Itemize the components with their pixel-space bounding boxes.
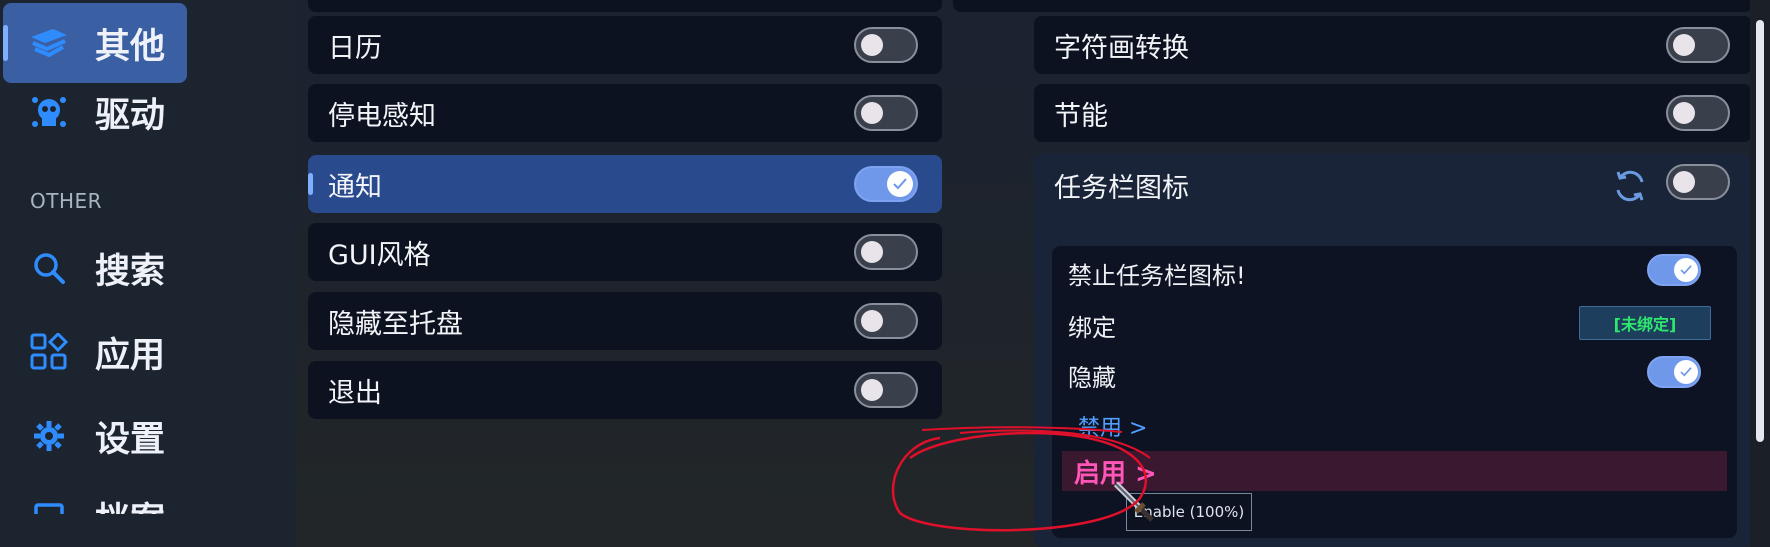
setting-card-hide-to-tray[interactable]: 隐藏至托盘 [308,292,942,350]
ascii-art-toggle[interactable] [1666,27,1730,63]
setting-card-gui-style[interactable]: GUI风格 [308,223,942,281]
sidebar-item-driver[interactable]: 驱动 [3,72,187,152]
content-area: 日历 停电感知 通知 GUI风格 隐藏至托盘 退出 字符画转换 节能 任务栏图标… [296,0,1770,547]
toggle-knob [861,34,883,56]
sidebar-item-label: 驱动 [95,95,166,136]
card-edge [953,0,1753,12]
setting-label: 通知 [328,171,382,203]
sidebar-item-label: 其他 [95,26,166,67]
document-icon [29,500,69,514]
setting-label: 节能 [1054,100,1108,132]
enable-row[interactable]: 启用 > [1062,451,1727,491]
calendar-toggle[interactable] [854,27,918,63]
hide-label: 隐藏 [1068,364,1116,392]
sidebar-clip: 档案 [0,480,296,514]
check-icon [893,178,907,190]
taskbar-icon-panel: 任务栏图标 禁止任务栏图标! 绑定 [未绑定] 隐藏 禁用 > 启用 > Ena… [1034,154,1752,547]
setting-label: 退出 [328,377,382,409]
exit-toggle[interactable] [854,372,918,408]
hotkey-bind-field[interactable]: [未绑定] [1579,306,1711,340]
setting-card-power-outage[interactable]: 停电感知 [308,84,942,142]
notification-toggle[interactable] [854,166,918,202]
selected-indicator [308,173,313,195]
setting-label: GUI风格 [328,239,431,271]
red-annotation-stroke [922,426,1122,433]
scrollbar-thumb[interactable] [1756,20,1764,442]
toggle-knob [861,102,883,124]
sidebar-item-label: 档案 [95,492,165,514]
card-edge [308,0,942,12]
hide-toggle[interactable] [1647,356,1701,388]
toggle-knob [1673,171,1695,193]
disable-taskbar-toggle[interactable] [1647,254,1701,286]
setting-card-calendar[interactable]: 日历 [308,16,942,74]
toggle-knob [1674,360,1698,384]
toggle-knob [1673,34,1695,56]
toggle-knob [861,379,883,401]
layers-icon [29,23,69,63]
sidebar-item-label: 设置 [95,419,166,460]
check-icon [1680,367,1692,377]
toggle-knob [861,310,883,332]
power-saving-toggle[interactable] [1666,95,1730,131]
scrollbar-track[interactable] [1750,0,1770,547]
bind-label: 绑定 [1068,314,1116,342]
setting-label: 日历 [328,32,382,64]
sidebar-item-settings[interactable]: 设置 [3,396,187,476]
sidebar-item-label: 应用 [95,335,166,376]
setting-label: 字符画转换 [1054,32,1189,64]
toggle-knob [887,171,913,197]
sidebar-item-label: 搜索 [95,251,166,292]
apps-grid-icon [29,332,69,372]
toggle-knob [861,241,883,263]
sidebar-item-search[interactable]: 搜索 [3,228,187,308]
toggle-knob [1673,102,1695,124]
power-outage-toggle[interactable] [854,95,918,131]
gear-icon [29,416,69,456]
taskbar-icon-subpanel: 禁止任务栏图标! 绑定 [未绑定] 隐藏 禁用 > 启用 > Enable (1… [1052,246,1737,538]
sidebar-item-archive[interactable]: 档案 [3,480,187,514]
active-indicator [3,25,8,61]
setting-card-power-saving[interactable]: 节能 [1034,84,1752,142]
panel-title: 任务栏图标 [1054,173,1189,204]
sidebar-item-other[interactable]: 其他 [3,3,187,83]
refresh-icon[interactable] [1612,168,1648,208]
sidebar: 其他 驱动 OTHER 搜索 应用 设置 档案 [0,0,296,547]
sword-cursor-icon [1110,478,1156,528]
check-icon [1680,265,1692,275]
search-icon [29,248,69,288]
gui-style-toggle[interactable] [854,234,918,270]
setting-card-exit[interactable]: 退出 [308,361,942,419]
setting-card-notification[interactable]: 通知 [308,155,942,213]
sidebar-item-apps[interactable]: 应用 [3,312,187,392]
disable-taskbar-label: 禁止任务栏图标! [1068,262,1246,290]
setting-label: 隐藏至托盘 [328,308,463,340]
setting-card-ascii-art[interactable]: 字符画转换 [1034,16,1752,74]
setting-label: 停电感知 [328,100,436,132]
hide-to-tray-toggle[interactable] [854,303,918,339]
toggle-knob [1674,258,1698,282]
skull-icon [29,92,69,132]
section-label: OTHER [30,189,103,213]
taskbar-icon-toggle[interactable] [1666,164,1730,200]
